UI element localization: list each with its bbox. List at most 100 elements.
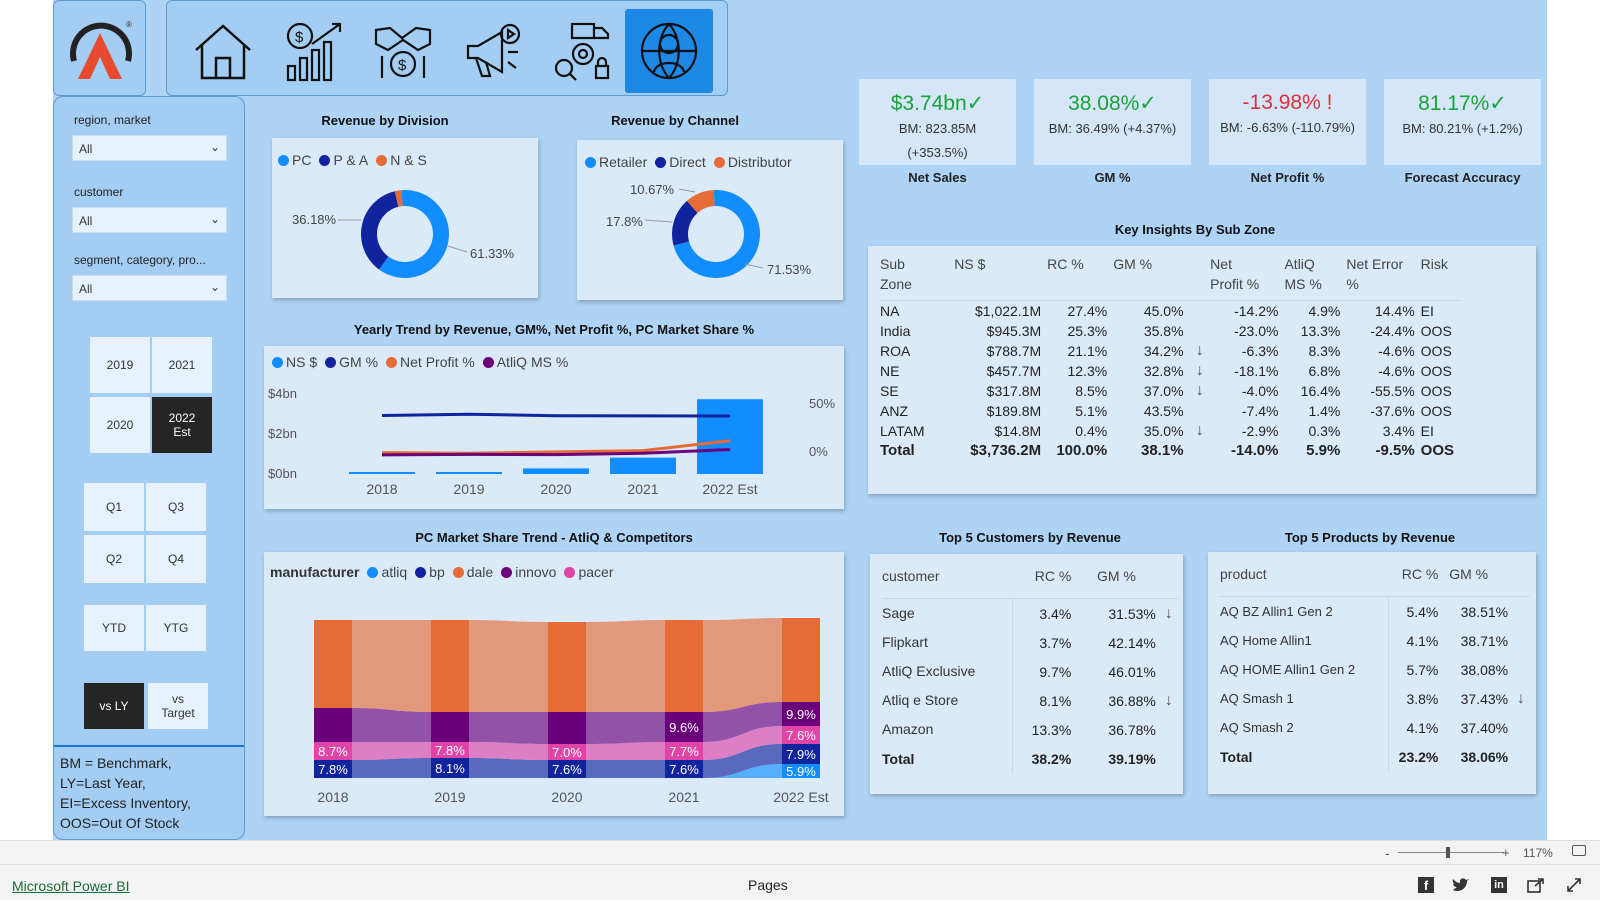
logo-tile[interactable]: ® xyxy=(53,0,146,96)
zoom-out-button[interactable]: - xyxy=(1385,845,1390,861)
column-header[interactable]: GM % xyxy=(1442,564,1513,597)
share-icon[interactable] xyxy=(1527,877,1545,893)
table-row[interactable]: AQ Smash 2 4.1% 37.40% xyxy=(1220,713,1530,742)
linkedin-icon[interactable]: in xyxy=(1491,877,1507,893)
ribbon-dale[interactable] xyxy=(469,620,548,712)
column-header[interactable]: NS $ xyxy=(954,254,1048,301)
zoom-slider-thumb[interactable] xyxy=(1446,847,1450,858)
supply-chain-icon[interactable] xyxy=(539,9,627,93)
column-header[interactable]: GM % xyxy=(1113,254,1190,301)
column-header[interactable]: Net Profit % xyxy=(1210,254,1285,301)
series-line-gm-[interactable] xyxy=(381,412,731,418)
year-2020-button[interactable]: 2020 xyxy=(90,397,150,453)
column-header[interactable]: product xyxy=(1220,564,1389,597)
kpi-card[interactable]: $3.74bn✓ BM: 823.85M (+353.5%) xyxy=(859,79,1016,165)
market-share-panel[interactable]: manufacturer atliq bp dale innovo pacer … xyxy=(264,552,844,816)
ribbon-bp[interactable] xyxy=(352,758,431,778)
table-row[interactable]: Amazon 13.3% 36.78% xyxy=(882,715,1178,744)
zoom-slider[interactable] xyxy=(1398,852,1504,853)
column-header[interactable]: Risk xyxy=(1420,254,1462,301)
ns-bar[interactable] xyxy=(436,472,502,474)
division-chart-panel[interactable]: PC P & A N & S 36.18% 61.33% xyxy=(272,138,538,298)
region-filter-dropdown[interactable]: All ⌄ xyxy=(72,135,227,161)
marketing-megaphone-icon[interactable] xyxy=(449,9,537,93)
finance-growth-icon[interactable]: $ xyxy=(269,9,357,93)
ribbon-dale[interactable] xyxy=(703,618,782,712)
column-header[interactable]: RC % xyxy=(1047,254,1114,301)
ribbon-bar-dale[interactable] xyxy=(548,622,586,712)
table-row[interactable]: ROA $788.7M 21.1% 34.2% ↓ -6.3% 8.3% -4.6% OOS xyxy=(880,341,1462,361)
ribbon-dale[interactable] xyxy=(352,620,431,712)
table-row[interactable]: SE $317.8M 8.5% 37.0% ↓ -4.0% 16.4% -55.5% OOS xyxy=(880,381,1462,401)
ytg-button[interactable]: YTG xyxy=(146,605,206,651)
ribbon-bar-dale[interactable] xyxy=(314,620,352,708)
table-row[interactable]: Atliq e Store 8.1% 36.88% ↓ xyxy=(882,686,1178,715)
ribbon-bar-innovo[interactable] xyxy=(314,708,352,742)
market-share-ribbon-chart[interactable]: 2018 2019 2020 2021 2022 Est 8.7% 7.8% 8.1% 7.8%… xyxy=(264,552,844,816)
segment-filter-dropdown[interactable]: All ⌄ xyxy=(72,275,227,301)
sales-handshake-icon[interactable]: $ xyxy=(359,9,447,93)
ribbon-innovo[interactable] xyxy=(352,708,431,742)
table-row[interactable]: LATAM $14.8M 0.4% 35.0% ↓ -2.9% 0.3% 3.4% EI xyxy=(880,421,1462,441)
column-header[interactable]: Net Error % xyxy=(1346,254,1421,301)
table-row[interactable]: AQ BZ Allin1 Gen 2 5.4% 38.51% xyxy=(1220,596,1530,626)
yearly-trend-panel[interactable]: NS $ GM % Net Profit % AtliQ MS % $4bn $2… xyxy=(264,346,844,509)
ns-bar[interactable] xyxy=(349,472,415,474)
table-row[interactable]: AtliQ Exclusive 9.7% 46.01% xyxy=(882,657,1178,686)
year-2021-button[interactable]: 2021 xyxy=(152,337,212,393)
fullscreen-icon[interactable] xyxy=(1566,877,1582,893)
column-header[interactable]: RC % xyxy=(1388,564,1443,597)
q2-button[interactable]: Q2 xyxy=(84,535,144,583)
ribbon-bp[interactable] xyxy=(586,760,665,778)
customer-filter-dropdown[interactable]: All ⌄ xyxy=(72,207,227,233)
table-row[interactable]: NE $457.7M 12.3% 32.8% ↓ -18.1% 6.8% -4.6% OOS xyxy=(880,361,1462,381)
table-total-row[interactable]: Total $3,736.2M 100.0% 38.1% -14.0% 5.9% -9.5%… xyxy=(880,441,1462,461)
zoom-in-button[interactable]: + xyxy=(1502,845,1510,860)
ribbon-pacer[interactable] xyxy=(352,742,431,760)
ribbon-bar-innovo[interactable] xyxy=(431,712,469,742)
table-row[interactable]: Sage 3.4% 31.53% ↓ xyxy=(882,598,1178,628)
pages-button[interactable]: Pages xyxy=(748,877,788,893)
ribbon-bp[interactable] xyxy=(469,758,548,778)
channel-chart-panel[interactable]: Retailer Direct Distributor 10.67% 17.8%… xyxy=(577,140,843,300)
kpi-card[interactable]: 38.08%✓ BM: 36.49% (+4.37%) xyxy=(1034,79,1191,165)
ribbon-bar-innovo[interactable] xyxy=(548,712,586,744)
table-row[interactable]: AQ Smash 1 3.8% 37.43% ↓ xyxy=(1220,684,1530,713)
ns-bar[interactable] xyxy=(697,399,763,474)
q3-button[interactable]: Q3 xyxy=(146,483,206,531)
ribbon-pacer[interactable] xyxy=(469,742,548,760)
table-row[interactable]: ANZ $189.8M 5.1% 43.5% -7.4% 1.4% -37.6% OOS xyxy=(880,401,1462,421)
table-row[interactable]: AQ Home Allin1 4.1% 38.71% xyxy=(1220,626,1530,655)
powerbi-link[interactable]: Microsoft Power BI xyxy=(12,878,129,894)
column-header[interactable]: AtliQ MS % xyxy=(1284,254,1347,301)
table-row[interactable]: NA $1,022.1M 27.4% 45.0% -14.2% 4.9% 14.4% EI xyxy=(880,301,1462,322)
ribbon-dale[interactable] xyxy=(586,620,665,712)
ribbon-bar-dale[interactable] xyxy=(782,618,820,702)
fit-to-page-icon[interactable] xyxy=(1572,845,1586,856)
ns-bar[interactable] xyxy=(610,457,676,474)
table-row[interactable]: Flipkart 3.7% 42.14% xyxy=(882,628,1178,657)
executive-view-icon[interactable] xyxy=(625,9,713,93)
column-header[interactable]: customer xyxy=(882,566,1013,599)
q4-button[interactable]: Q4 xyxy=(146,535,206,583)
ribbon-bar-dale[interactable] xyxy=(431,620,469,712)
ribbon-innovo[interactable] xyxy=(469,712,548,744)
ytd-button[interactable]: YTD xyxy=(84,605,144,651)
table-row[interactable]: AQ HOME Allin1 Gen 2 5.7% 38.08% xyxy=(1220,655,1530,684)
ribbon-pacer[interactable] xyxy=(586,742,665,760)
twitter-icon[interactable] xyxy=(1452,877,1470,893)
ribbon-innovo[interactable] xyxy=(586,712,665,744)
column-header[interactable]: GM % xyxy=(1075,566,1160,599)
facebook-icon[interactable]: f xyxy=(1418,877,1434,893)
ns-bar[interactable] xyxy=(523,468,589,474)
vs-ly-button[interactable]: vs LY xyxy=(84,683,144,729)
year-2022-est-button[interactable]: 2022 Est xyxy=(152,397,212,453)
kpi-card[interactable]: -13.98% ! BM: -6.63% (-110.79%) xyxy=(1209,79,1366,165)
year-2019-button[interactable]: 2019 xyxy=(90,337,150,393)
donut-slice-p-a[interactable] xyxy=(361,191,399,270)
vs-target-button[interactable]: vs Target xyxy=(148,683,208,729)
q1-button[interactable]: Q1 xyxy=(84,483,144,531)
ribbon-bar-dale[interactable] xyxy=(665,620,703,712)
table-row[interactable]: India $945.3M 25.3% 35.8% -23.0% 13.3% -24.4% O… xyxy=(880,321,1462,341)
kpi-card[interactable]: 81.17%✓ BM: 80.21% (+1.2%) xyxy=(1384,79,1541,165)
